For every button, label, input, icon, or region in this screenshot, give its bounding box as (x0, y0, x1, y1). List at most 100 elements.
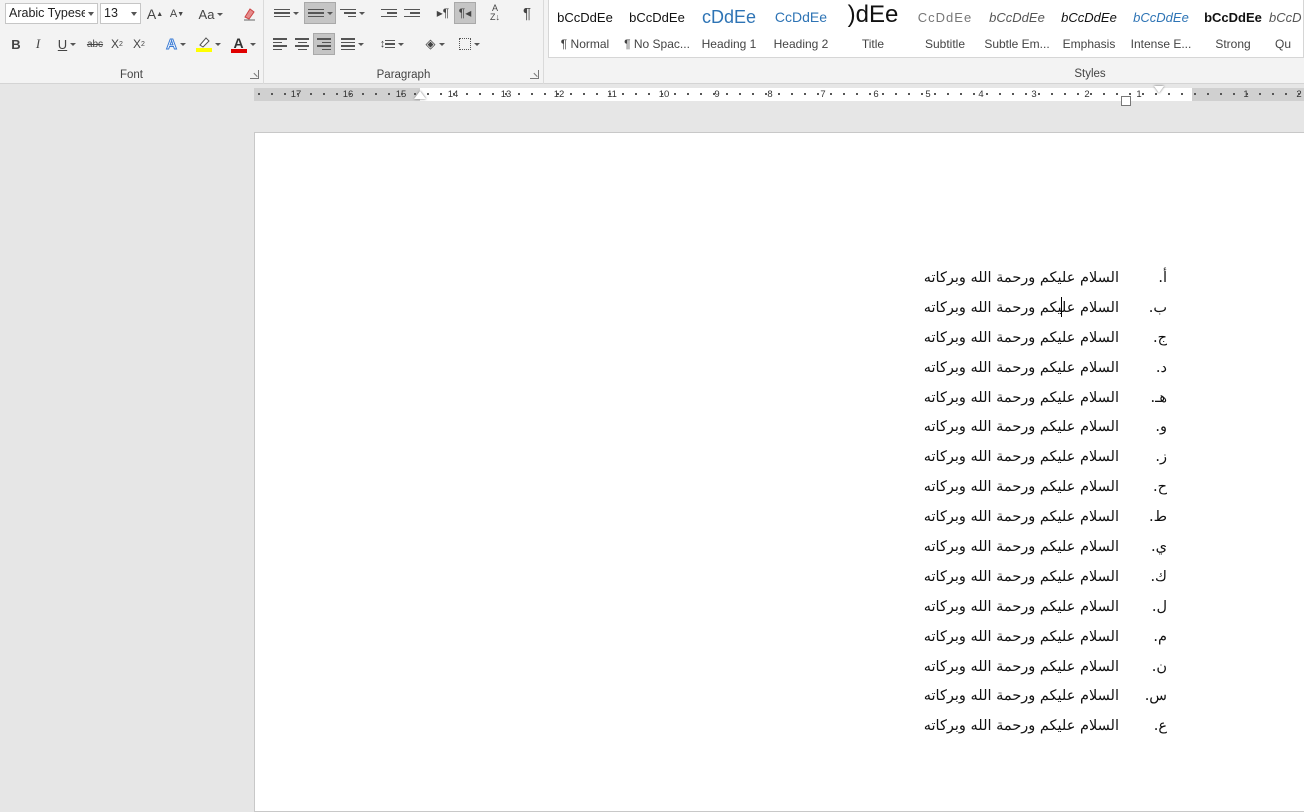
multilevel-list-button[interactable] (337, 2, 367, 24)
style-heading-1[interactable]: cDdEe Heading 1 (693, 0, 765, 56)
shrink-font-icon: A (169, 8, 178, 20)
increase-indent-button[interactable] (401, 2, 423, 24)
list-item[interactable]: م. السلام عليكم ورحمة الله وبركاته (924, 623, 1167, 653)
list-item[interactable]: ح. السلام عليكم ورحمة الله وبركاته (924, 473, 1167, 503)
align-left-button[interactable] (270, 33, 290, 55)
right-indent-marker-icon[interactable] (1121, 96, 1131, 106)
change-case-button[interactable]: Aa (196, 3, 226, 25)
ruler-tick (596, 93, 598, 95)
bold-icon: B (11, 36, 21, 52)
font-dialog-launcher-icon[interactable] (250, 70, 259, 79)
bold-button[interactable]: B (7, 33, 25, 55)
ruler-tick (518, 93, 520, 95)
shrink-font-button[interactable]: A ▼ (167, 3, 187, 25)
text-effects-icon: A (166, 35, 178, 53)
list-item-text: السلام عليكم ورحمة الله وبركاته (923, 479, 1119, 496)
ruler-tick (1181, 93, 1183, 95)
style-quote[interactable]: bCcD Qu (1265, 0, 1303, 56)
ruler-number: 17 (290, 89, 302, 100)
list-item[interactable]: ن. السلام عليكم ورحمة الله وبركاته (924, 653, 1167, 683)
list-item[interactable]: ي. السلام عليكم ورحمة الله وبركاته (924, 533, 1167, 563)
ruler-tick (1194, 93, 1196, 95)
borders-button[interactable] (454, 33, 484, 55)
style-sample: bCcDdEe (629, 10, 685, 25)
list-item[interactable]: س. السلام عليكم ورحمة الله وبركاته (924, 682, 1167, 712)
ruler-tick (635, 93, 637, 95)
style-subtitle[interactable]: CcDdEe Subtitle (909, 0, 981, 56)
subscript-button[interactable]: X2 (108, 33, 126, 55)
style-heading-2[interactable]: CcDdEe Heading 2 (765, 0, 837, 56)
ruler-number: 16 (342, 89, 354, 100)
style-name: Qu (1275, 37, 1292, 51)
ruler-tick (739, 93, 741, 95)
ruler-tick (726, 93, 728, 95)
style-normal[interactable]: bCcDdEe ¶ Normal (549, 0, 621, 56)
decrease-indent-button[interactable] (378, 2, 400, 24)
ruler-tick (1129, 93, 1131, 95)
left-indent-marker-icon[interactable] (414, 91, 426, 99)
grow-font-button[interactable]: A ▲ (145, 3, 165, 25)
list-item[interactable]: ج. السلام عليكم ورحمة الله وبركاته (924, 324, 1167, 354)
style-no-spacing[interactable]: bCcDdEe ¶ No Spac... (621, 0, 693, 56)
numbering-icon (307, 8, 324, 18)
clear-formatting-button[interactable] (238, 3, 260, 25)
superscript-mark: 2 (141, 40, 145, 48)
ruler-tick (765, 93, 767, 95)
strikethrough-button[interactable]: abc (85, 33, 105, 55)
ruler-number: 4 (978, 89, 984, 100)
list-item-number: ح. (1153, 479, 1167, 496)
style-name: Heading 1 (701, 37, 757, 51)
list-item-number: و. (1155, 419, 1167, 436)
show-formatting-marks-button[interactable]: ¶ (516, 2, 538, 24)
horizontal-ruler[interactable]: 171615141312111098765432112 (0, 85, 1304, 106)
sort-button[interactable]: A Z↓ (484, 2, 506, 24)
style-emphasis[interactable]: bCcDdEe Emphasis (1053, 0, 1125, 56)
ruler-tick (258, 93, 260, 95)
list-item-number: هـ. (1150, 389, 1167, 406)
bullets-button[interactable] (269, 2, 303, 24)
superscript-button[interactable]: X2 (130, 33, 148, 55)
style-name: Intense E... (1130, 37, 1192, 51)
ruler-tick (934, 93, 936, 95)
shading-button[interactable]: ◈ (420, 33, 450, 55)
list-item[interactable]: ز. السلام عليكم ورحمة الله وبركاته (924, 443, 1167, 473)
ltr-direction-button[interactable]: ▸¶ (432, 2, 454, 24)
font-name-combo[interactable]: Arabic Typesetting (5, 3, 98, 24)
style-intense-emphasis[interactable]: bCcDdEe Intense E... (1125, 0, 1197, 56)
paragraph-dialog-launcher-icon[interactable] (530, 70, 539, 79)
ruler-tick (427, 93, 429, 95)
line-spacing-button[interactable]: ↕ (376, 33, 408, 55)
style-title[interactable]: )dEe Title (837, 0, 909, 56)
style-strong[interactable]: bCcDdEe Strong (1197, 0, 1269, 56)
underline-button[interactable]: U (52, 33, 82, 55)
font-size-combo[interactable]: 13 (100, 3, 141, 24)
list-item[interactable]: د. السلام عليكم ورحمة الله وبركاته (924, 354, 1167, 384)
list-item[interactable]: ع. السلام عليكم ورحمة الله وبركاته (924, 712, 1167, 742)
list-item[interactable]: ط. السلام عليكم ورحمة الله وبركاته (924, 503, 1167, 533)
list-item-text: السلام عليكم ورحمة الله وبركاته (923, 539, 1119, 556)
font-color-icon: A (230, 35, 247, 53)
ruler-tick (1077, 93, 1079, 95)
highlight-color-button[interactable] (193, 33, 223, 55)
italic-button[interactable]: I (29, 33, 47, 55)
chevron-down-icon (131, 12, 137, 16)
font-color-button[interactable]: A (228, 33, 258, 55)
justify-button[interactable] (337, 33, 367, 55)
list-item[interactable]: ل. السلام عليكم ورحمة الله وبركاته (924, 593, 1167, 623)
numbering-button[interactable] (304, 2, 336, 24)
first-line-indent-marker-icon[interactable] (1154, 86, 1164, 93)
style-subtle-emphasis[interactable]: bCcDdEe Subtle Em... (981, 0, 1053, 56)
list-item[interactable]: هـ. السلام عليكم ورحمة الله وبركاته (924, 384, 1167, 414)
align-right-button[interactable] (313, 33, 335, 55)
document-page[interactable]: أ. السلام عليكم ورحمة الله وبركاته ب. السلا… (254, 132, 1304, 812)
list-item[interactable]: ك. السلام عليكم ورحمة الله وبركاته (924, 563, 1167, 593)
style-sample: bCcDdEe (557, 10, 613, 25)
text-effects-button[interactable]: A (162, 33, 190, 55)
align-center-button[interactable] (292, 33, 312, 55)
rtl-direction-button[interactable]: ¶◂ (454, 2, 476, 24)
list-item[interactable]: و. السلام عليكم ورحمة الله وبركاته (924, 413, 1167, 443)
list-item-text: السلام عليكم ورحمة الله وبركاته (923, 628, 1119, 645)
list-item[interactable]: أ. السلام عليكم ورحمة الله وبركاته (924, 264, 1167, 294)
list-item-text: السلام عليكم ورحمة الله وبركاته (923, 359, 1119, 376)
ruler-tick (401, 93, 403, 95)
